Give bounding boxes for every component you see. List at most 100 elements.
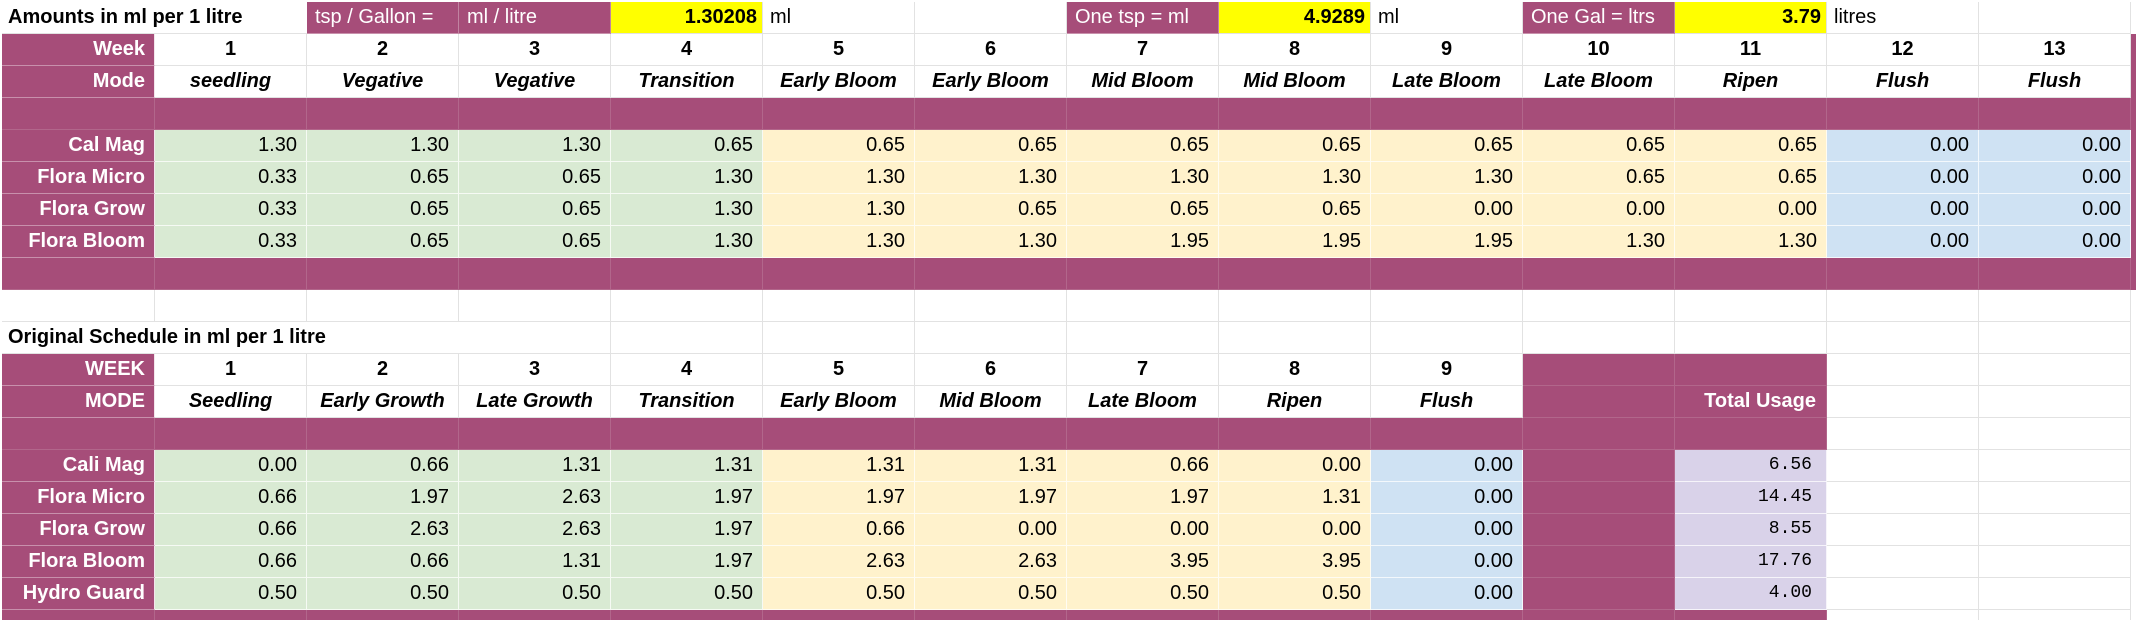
value-cell[interactable]: 1.30 <box>611 226 763 258</box>
empty-cell[interactable] <box>1827 578 1979 610</box>
value-cell[interactable]: 0.00 <box>1523 194 1675 226</box>
empty-cell[interactable] <box>915 2 1067 34</box>
blank-purple-cell[interactable] <box>307 258 459 290</box>
value-cell[interactable]: 0.65 <box>307 162 459 194</box>
blank-purple-cell[interactable] <box>763 98 915 130</box>
blank-purple-cell[interactable] <box>1979 98 2131 130</box>
mode-cell[interactable]: Late Bloom <box>1067 386 1219 418</box>
value-cell[interactable]: 0.65 <box>1067 194 1219 226</box>
value-cell[interactable]: 1.31 <box>459 546 611 578</box>
value-cell[interactable]: 0.65 <box>915 194 1067 226</box>
value-cell[interactable]: 0.50 <box>307 578 459 610</box>
value-cell[interactable]: 0.65 <box>1523 130 1675 162</box>
total-value-cell[interactable]: 14.45 <box>1675 482 1827 514</box>
value-cell[interactable]: 0.65 <box>763 130 915 162</box>
week-number-cell[interactable]: 3 <box>459 34 611 66</box>
week-number-cell[interactable]: 5 <box>763 34 915 66</box>
blank-purple-cell[interactable] <box>1219 258 1371 290</box>
mode-cell[interactable]: Vegative <box>459 66 611 98</box>
empty-cell[interactable] <box>1979 386 2131 418</box>
total-value-cell[interactable]: 17.76 <box>1675 546 1827 578</box>
value-cell[interactable]: 2.63 <box>763 546 915 578</box>
value-cell[interactable]: 1.30 <box>1523 226 1675 258</box>
value-cell[interactable]: 0.65 <box>1219 130 1371 162</box>
empty-cell[interactable] <box>1979 482 2131 514</box>
blank-purple-cell[interactable] <box>1827 98 1979 130</box>
converter-label-cell[interactable]: One Gal = ltrs <box>1523 2 1675 34</box>
blank-purple-cell[interactable] <box>1523 546 1675 578</box>
mode-cell[interactable]: Transition <box>611 386 763 418</box>
value-cell[interactable]: 1.31 <box>915 450 1067 482</box>
value-cell[interactable]: 1.30 <box>915 226 1067 258</box>
value-cell[interactable]: 0.65 <box>1067 130 1219 162</box>
mode-cell[interactable]: Flush <box>1827 66 1979 98</box>
blank-purple-cell[interactable] <box>1675 418 1827 450</box>
week-number-cell[interactable]: 6 <box>915 354 1067 386</box>
value-cell[interactable]: 1.30 <box>155 130 307 162</box>
week-label-cell[interactable]: WEEK <box>2 354 155 386</box>
value-cell[interactable]: 0.66 <box>307 450 459 482</box>
blank-purple-cell[interactable] <box>2 610 155 620</box>
empty-cell[interactable] <box>1675 322 1827 354</box>
mode-cell[interactable]: Flush <box>1371 386 1523 418</box>
empty-cell[interactable] <box>1979 450 2131 482</box>
converter-label-cell[interactable]: One tsp = ml <box>1067 2 1219 34</box>
blank-purple-cell[interactable] <box>1371 418 1523 450</box>
value-cell[interactable]: 1.95 <box>1219 226 1371 258</box>
value-cell[interactable]: 0.33 <box>155 194 307 226</box>
value-cell[interactable]: 1.97 <box>1067 482 1219 514</box>
value-cell[interactable]: 0.00 <box>1371 450 1523 482</box>
blank-purple-cell[interactable] <box>1523 514 1675 546</box>
row-label-cell[interactable]: Flora Bloom <box>2 226 155 258</box>
empty-cell[interactable] <box>1675 290 1827 322</box>
week-number-cell[interactable]: 2 <box>307 354 459 386</box>
row-label-cell[interactable]: Flora Bloom <box>2 546 155 578</box>
blank-purple-cell[interactable] <box>1371 610 1523 620</box>
week-number-cell[interactable]: 4 <box>611 354 763 386</box>
blank-purple-cell[interactable] <box>915 418 1067 450</box>
value-cell[interactable]: 1.30 <box>1675 226 1827 258</box>
table1-title-cell[interactable]: Amounts in ml per 1 litre <box>2 2 307 34</box>
value-cell[interactable]: 0.66 <box>155 546 307 578</box>
value-cell[interactable]: 0.50 <box>915 578 1067 610</box>
blank-purple-cell[interactable] <box>915 258 1067 290</box>
value-cell[interactable]: 0.00 <box>1827 130 1979 162</box>
mode-cell[interactable]: Ripen <box>1219 386 1371 418</box>
blank-purple-cell[interactable] <box>611 610 763 620</box>
value-cell[interactable]: 0.00 <box>1371 546 1523 578</box>
value-cell[interactable]: 0.00 <box>1827 194 1979 226</box>
blank-purple-cell[interactable] <box>1675 610 1827 620</box>
value-cell[interactable]: 0.65 <box>915 130 1067 162</box>
unit-label-cell[interactable]: litres <box>1827 2 1979 34</box>
value-cell[interactable]: 1.30 <box>763 226 915 258</box>
value-cell[interactable]: 1.30 <box>763 194 915 226</box>
value-cell[interactable]: 0.66 <box>1067 450 1219 482</box>
value-cell[interactable]: 0.65 <box>307 194 459 226</box>
empty-cell[interactable] <box>1979 514 2131 546</box>
value-cell[interactable]: 0.66 <box>155 514 307 546</box>
empty-cell[interactable] <box>2 290 155 322</box>
week-number-cell[interactable]: 2 <box>307 34 459 66</box>
blank-purple-cell[interactable] <box>1219 98 1371 130</box>
blank-purple-cell[interactable] <box>1371 258 1523 290</box>
empty-cell[interactable] <box>1979 290 2131 322</box>
blank-purple-cell[interactable] <box>611 98 763 130</box>
week-number-cell[interactable]: 7 <box>1067 34 1219 66</box>
empty-cell[interactable] <box>1827 514 1979 546</box>
blank-purple-cell[interactable] <box>459 418 611 450</box>
blank-purple-cell[interactable] <box>763 418 915 450</box>
empty-cell[interactable] <box>1827 354 1979 386</box>
value-cell[interactable]: 0.65 <box>1219 194 1371 226</box>
blank-purple-cell[interactable] <box>611 418 763 450</box>
blank-purple-cell[interactable] <box>2 418 155 450</box>
value-cell[interactable]: 0.00 <box>1979 194 2131 226</box>
value-cell[interactable]: 2.63 <box>307 514 459 546</box>
blank-purple-cell[interactable] <box>915 98 1067 130</box>
empty-cell[interactable] <box>1827 450 1979 482</box>
mode-cell[interactable]: Late Bloom <box>1371 66 1523 98</box>
converter-value-cell[interactable]: 3.79 <box>1675 2 1827 34</box>
empty-cell[interactable] <box>307 290 459 322</box>
week-label-cell[interactable]: Week <box>2 34 155 66</box>
week-number-cell[interactable]: 5 <box>763 354 915 386</box>
blank-purple-cell[interactable] <box>1523 482 1675 514</box>
